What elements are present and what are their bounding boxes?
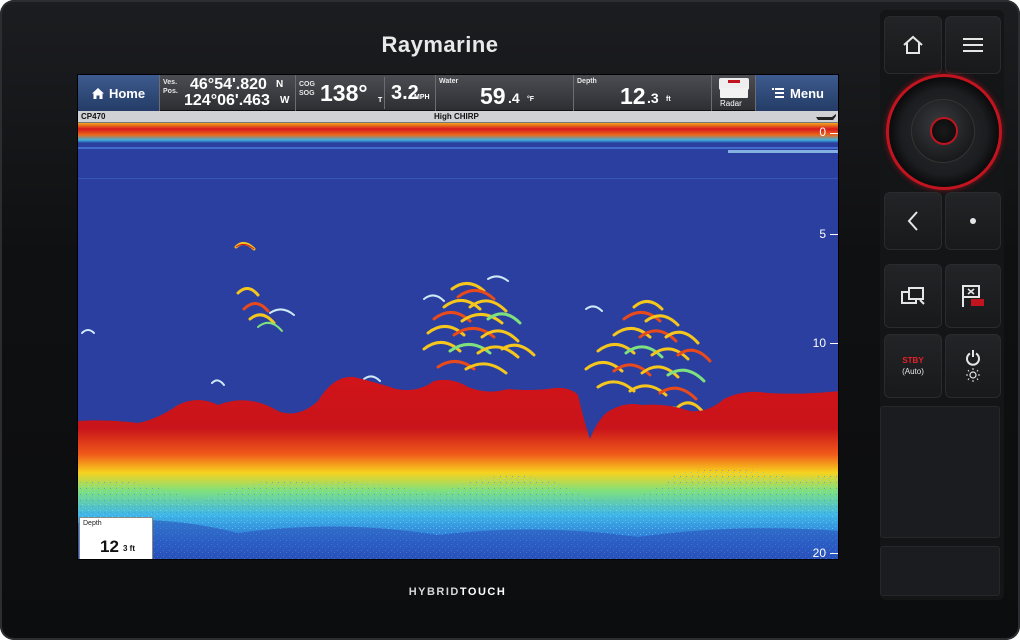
radar-label: Radar (720, 99, 742, 108)
frequency-mode-label: High CHIRP (434, 112, 479, 121)
chevron-left-icon (907, 211, 918, 231)
depth-readout-value: 12 (100, 537, 119, 556)
course-divider (384, 77, 385, 109)
home-icon (91, 87, 104, 99)
dot-icon (970, 218, 976, 224)
depth-readout-label: Depth (83, 520, 102, 527)
card-slot-door (880, 406, 1000, 538)
water-temp-unit: °F (527, 96, 535, 103)
stby-label: STBY (902, 356, 924, 365)
depth-scale-20: 20 (812, 546, 826, 560)
ok-button[interactable] (930, 117, 958, 145)
dot-hard-button[interactable] (945, 192, 1001, 250)
cog-label: COG (299, 81, 315, 88)
water-temp-dec: .4 (508, 90, 520, 106)
longitude-value: 124°06'.463 (184, 92, 270, 109)
menu-icon (772, 88, 785, 98)
radar-dome-icon (720, 88, 748, 98)
water-temp-cell[interactable]: Water 59 .4 °F (436, 75, 574, 111)
stby-auto-hard-button[interactable]: STBY (Auto) (884, 334, 942, 398)
course-speed-cell[interactable]: COG SOG 138° T 3.2 MPH (296, 75, 436, 111)
brand-logo: Raymarine (381, 32, 499, 57)
power-icon (966, 350, 980, 366)
cog-unit: T (378, 97, 383, 104)
vessel-position-cell[interactable]: Ves. Pos. 46°54'.820 N 124°06'.463 W (160, 75, 296, 111)
switch-view-hard-button[interactable] (884, 264, 942, 328)
boat-icon (816, 114, 836, 120)
water-label: Water (439, 78, 459, 85)
depth-header-dec: .3 (647, 90, 659, 106)
latitude-direction: N (276, 79, 284, 90)
home-button[interactable]: Home (78, 75, 160, 111)
depth-header-unit: ft (666, 96, 671, 103)
back-hard-button[interactable] (884, 192, 942, 250)
home-icon (903, 35, 923, 54)
waypoint-mob-hard-button[interactable] (945, 264, 1001, 328)
home-hard-button[interactable] (884, 16, 942, 74)
depth-readout[interactable]: Depth 12 3 ft (79, 517, 153, 559)
sonar-screen[interactable]: Home Ves. Pos. 46°54'.820 N 124°06'.463 … (77, 74, 839, 560)
depth-cell[interactable]: Depth 12 .3 ft (574, 75, 712, 111)
sonar-display[interactable] (78, 123, 839, 560)
depth-scale-10: 10 (812, 336, 826, 350)
sog-label: SOG (299, 90, 315, 97)
sog-unit: MPH (414, 94, 430, 101)
cog-value: 138° (320, 80, 368, 106)
surface-clutter (78, 123, 838, 143)
hamburger-icon (963, 38, 983, 52)
longitude-direction: W (280, 95, 290, 106)
switch-view-icon (901, 287, 925, 305)
menu-hard-button[interactable] (945, 16, 1001, 74)
depth-header-int: 12 (620, 83, 646, 109)
pos-label: Pos. (163, 88, 178, 95)
water-temp-int: 59 (480, 83, 506, 109)
menu-button-label: Menu (790, 85, 824, 101)
ves-label: Ves. (163, 79, 178, 86)
data-bar: Home Ves. Pos. 46°54'.820 N 124°06'.463 … (78, 75, 838, 111)
depth-scale-0: 0 (819, 125, 826, 139)
home-button-label: Home (108, 85, 146, 101)
brightness-icon (966, 368, 980, 382)
depth-readout-unit: 3 ft (123, 544, 135, 553)
depth-header-label: Depth (577, 78, 597, 85)
depth-scale-5: 5 (819, 227, 826, 241)
power-hard-button[interactable] (945, 334, 1001, 398)
menu-button[interactable]: Menu (756, 75, 838, 111)
radar-button[interactable]: Radar (712, 75, 756, 111)
sonar-info-bar: CP470 High CHIRP (78, 111, 838, 123)
hybridtouch-logo: HYBRIDTOUCH (408, 586, 507, 598)
transducer-label: CP470 (81, 112, 106, 121)
waypoint-mob-icon (962, 285, 984, 307)
auto-label: (Auto) (902, 367, 924, 376)
